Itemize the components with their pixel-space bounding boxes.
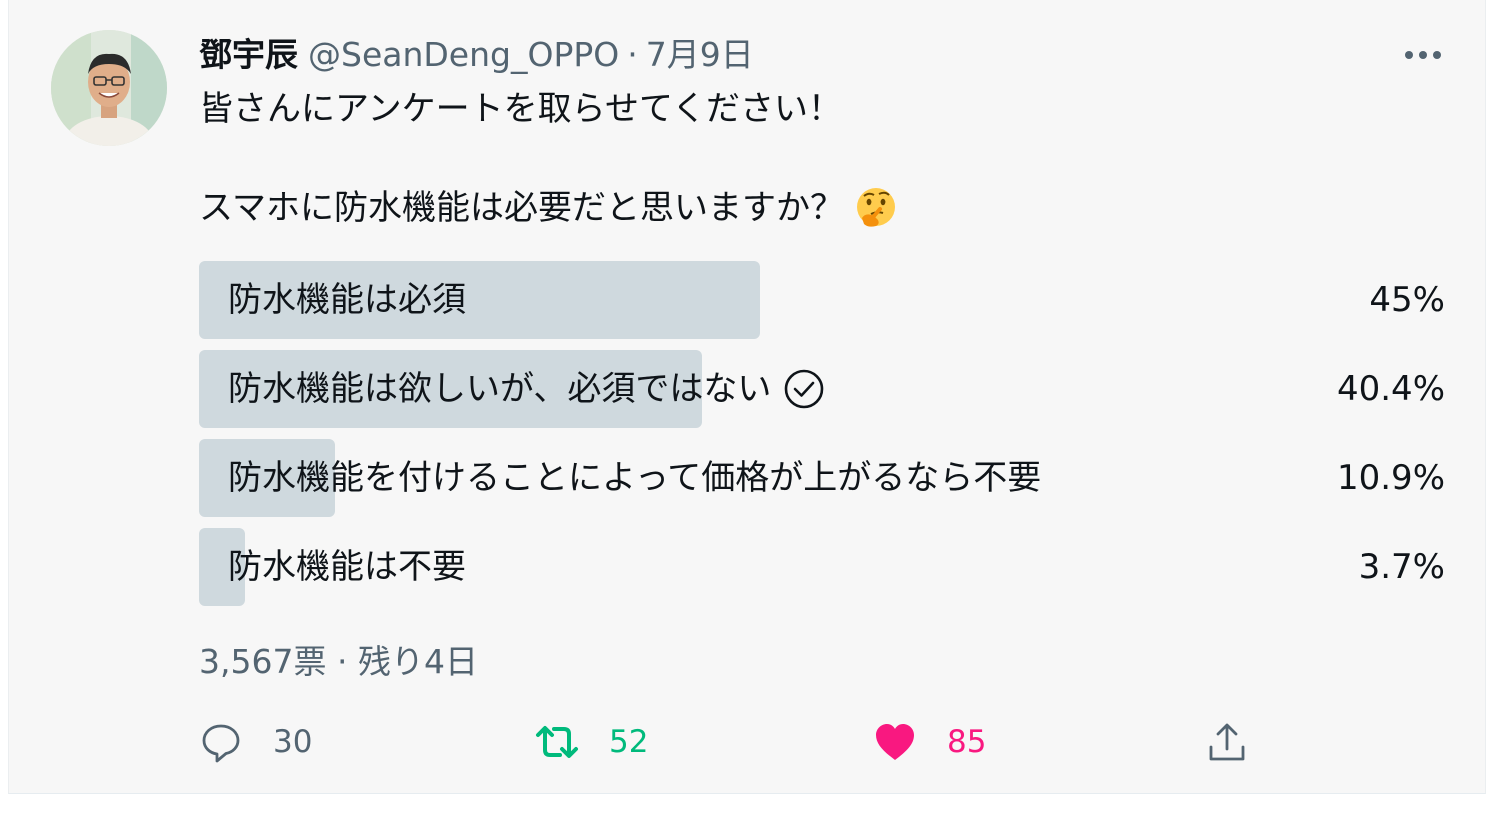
tweet-question: スマホに防水機能は必要だと思いますか？ [199,188,844,228]
poll-option-text: 防水機能を付けることによって価格が上がるなら不要 [228,458,1042,498]
poll-option-label: 防水機能は必須 [228,261,466,339]
more-options-button[interactable] [1401,38,1445,72]
author-handle[interactable]: @SeanDeng_OPPO [308,33,619,77]
more-icon-dot [1433,51,1441,59]
poll-option-text: 防水機能は必須 [228,280,466,320]
retweet-button[interactable]: 52 [535,716,648,768]
poll-option-text: 防水機能は欲しいが、必須ではない [228,369,772,409]
poll-votes: 3,567票 [199,642,327,681]
heart-icon [876,724,914,760]
retweet-count: 52 [609,724,649,760]
more-icon-dot [1419,51,1427,59]
tweet-text-line-2: スマホに防水機能は必要だと思いますか？ [199,185,898,231]
poll: 防水機能は必須 45% 防水機能は欲しいが、必須ではない 40.4% 防水機能を… [199,261,1445,617]
share-icon [1209,723,1245,761]
share-button[interactable] [1205,716,1249,768]
author-name[interactable]: 鄧宇辰 [199,33,298,77]
retweet-icon [536,726,578,758]
tweet-date[interactable]: 7月9日 [646,33,754,77]
poll-option[interactable]: 防水機能は必須 45% [199,261,1445,339]
like-button[interactable]: 85 [873,716,986,768]
poll-meta-separator: · [336,642,348,681]
tweet-actions: 30 52 85 [199,716,1299,768]
poll-option-text: 防水機能は不要 [228,547,466,587]
check-circle-icon [785,369,824,409]
poll-remaining: 残り4日 [357,642,478,681]
poll-option-percent: 45% [1369,280,1445,320]
reply-icon [202,724,240,763]
poll-option-percent: 40.4% [1336,369,1445,409]
poll-option-percent: 3.7% [1358,547,1445,587]
poll-option[interactable]: 防水機能は欲しいが、必須ではない 40.4% [199,350,1445,428]
header-separator: · [627,35,638,74]
poll-option[interactable]: 防水機能は不要 3.7% [199,528,1445,606]
more-icon [1405,51,1413,59]
poll-option-percent: 10.9% [1336,458,1445,498]
tweet-header: 鄧宇辰 @SeanDeng_OPPO · 7月9日 [199,33,754,77]
poll-option-label: 防水機能は不要 [228,528,466,606]
like-count: 85 [947,724,987,760]
page-background [0,794,1500,820]
poll-option-label: 防水機能は欲しいが、必須ではない [228,350,825,428]
avatar[interactable] [51,30,167,146]
poll-option-label: 防水機能を付けることによって価格が上がるなら不要 [228,439,1041,517]
reply-button[interactable]: 30 [199,716,312,768]
poll-option[interactable]: 防水機能を付けることによって価格が上がるなら不要 10.9% [199,439,1445,517]
thinking-face-icon [856,188,895,227]
tweet-card[interactable]: 鄧宇辰 @SeanDeng_OPPO · 7月9日 皆さんにアンケートを取らせて… [8,0,1486,794]
tweet-text-line-1: 皆さんにアンケートを取らせてください！ [199,89,842,129]
reply-count: 30 [273,724,313,760]
poll-meta: 3,567票 · 残り4日 [199,640,478,684]
